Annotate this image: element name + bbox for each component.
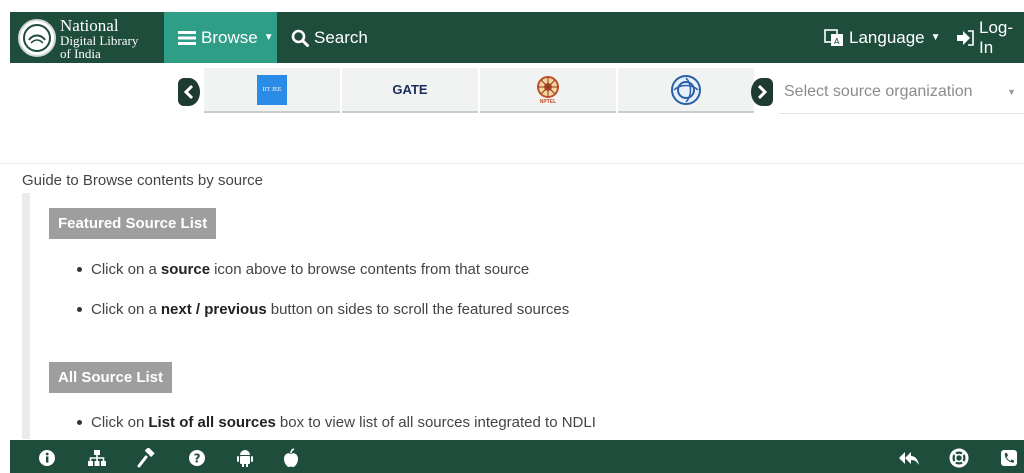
chevron-right-icon xyxy=(757,84,768,100)
chevron-left-icon xyxy=(183,84,194,100)
top-navbar: National Digital Library of India Browse… xyxy=(10,12,1024,63)
carousel-previous-button[interactable] xyxy=(178,78,200,106)
divider xyxy=(0,163,1024,164)
help-icon[interactable]: ? xyxy=(186,447,208,469)
iit-jee-logo: IIT JEE xyxy=(257,74,287,105)
footer-bar: ? xyxy=(10,440,1024,473)
android-icon[interactable] xyxy=(234,447,256,469)
search-button[interactable]: Search xyxy=(291,12,368,63)
logo-line-3: of India xyxy=(60,45,101,61)
all-source-list-label: All Source List xyxy=(49,362,173,393)
logo-line-2: Digital Library xyxy=(60,32,139,48)
bullet-text: Click on a xyxy=(91,301,157,318)
gate-logo: GATE xyxy=(392,82,428,97)
list-item: Click on a source icon above to browse c… xyxy=(77,261,529,278)
sitemap-icon[interactable] xyxy=(86,447,108,469)
svg-text:A: A xyxy=(834,37,840,46)
info-icon[interactable] xyxy=(36,447,58,469)
bullet-text: box to view list of all sources integrat… xyxy=(279,414,596,431)
list-item: Click on List of all sources box to view… xyxy=(77,414,596,431)
language-label: Language xyxy=(849,27,925,47)
logo-text: National Digital Library of India xyxy=(60,17,138,60)
gavel-icon[interactable] xyxy=(136,447,158,469)
featured-source-list-label: Featured Source List xyxy=(49,208,217,239)
reply-all-icon[interactable] xyxy=(898,447,920,469)
nptel-logo: NPTEL xyxy=(536,75,560,105)
ndli-logo[interactable]: National Digital Library of India xyxy=(18,15,168,61)
language-menu-button[interactable]: A Language ▼ xyxy=(824,12,941,63)
svg-text:?: ? xyxy=(194,452,201,466)
bullet-bold-text: List of all sources xyxy=(148,414,276,431)
circular-emblem-logo xyxy=(671,74,701,105)
chevron-down-icon: ▼ xyxy=(1007,87,1016,97)
source-tile-emblem[interactable] xyxy=(618,68,754,113)
sign-in-icon xyxy=(956,29,974,46)
logo-line-1: National xyxy=(60,15,119,35)
source-select-placeholder: Select source organization xyxy=(784,82,973,100)
bullet-text: button on sides to scroll the featured s… xyxy=(270,301,570,318)
apple-icon[interactable] xyxy=(280,447,302,469)
page: National Digital Library of India Browse… xyxy=(0,0,1024,473)
nptel-label: NPTEL xyxy=(539,98,557,105)
source-tile-gate[interactable]: GATE xyxy=(342,68,478,113)
bullet-text: Click on xyxy=(91,414,145,431)
source-organization-select[interactable]: Select source organization ▼ xyxy=(779,70,1024,114)
bullet-bold-text: source xyxy=(160,261,211,278)
lifebuoy-icon[interactable] xyxy=(948,447,970,469)
chevron-down-icon: ▼ xyxy=(930,32,941,43)
browse-menu-button[interactable]: Browse ▼ xyxy=(164,12,277,63)
source-tile-nptel[interactable]: NPTEL xyxy=(480,68,616,113)
bullet-dot xyxy=(77,420,82,425)
login-label: Log-In xyxy=(979,17,1014,57)
search-label: Search xyxy=(314,27,368,47)
browse-label: Browse xyxy=(201,27,258,47)
list-item: Click on a next / previous button on sid… xyxy=(77,301,569,318)
chevron-down-icon: ▼ xyxy=(263,32,274,43)
menu-bars-icon xyxy=(178,30,196,46)
language-icon: A xyxy=(824,28,844,47)
phone-icon[interactable] xyxy=(998,447,1020,469)
carousel-next-button[interactable] xyxy=(751,78,773,106)
source-tile-iit-jee[interactable]: IIT JEE xyxy=(204,68,340,113)
bullet-bold-text: next / previous xyxy=(160,301,267,318)
bullet-text: icon above to browse contents from that … xyxy=(214,261,530,278)
guide-left-bar xyxy=(22,193,30,439)
bullet-text: Click on a xyxy=(91,261,157,278)
ndli-seal-icon xyxy=(18,19,56,57)
search-icon xyxy=(291,29,309,47)
bullet-dot xyxy=(77,267,82,272)
bullet-dot xyxy=(77,307,82,312)
guide-title: Guide to Browse contents by source xyxy=(22,172,263,189)
login-button[interactable]: Log-In xyxy=(956,12,1024,63)
